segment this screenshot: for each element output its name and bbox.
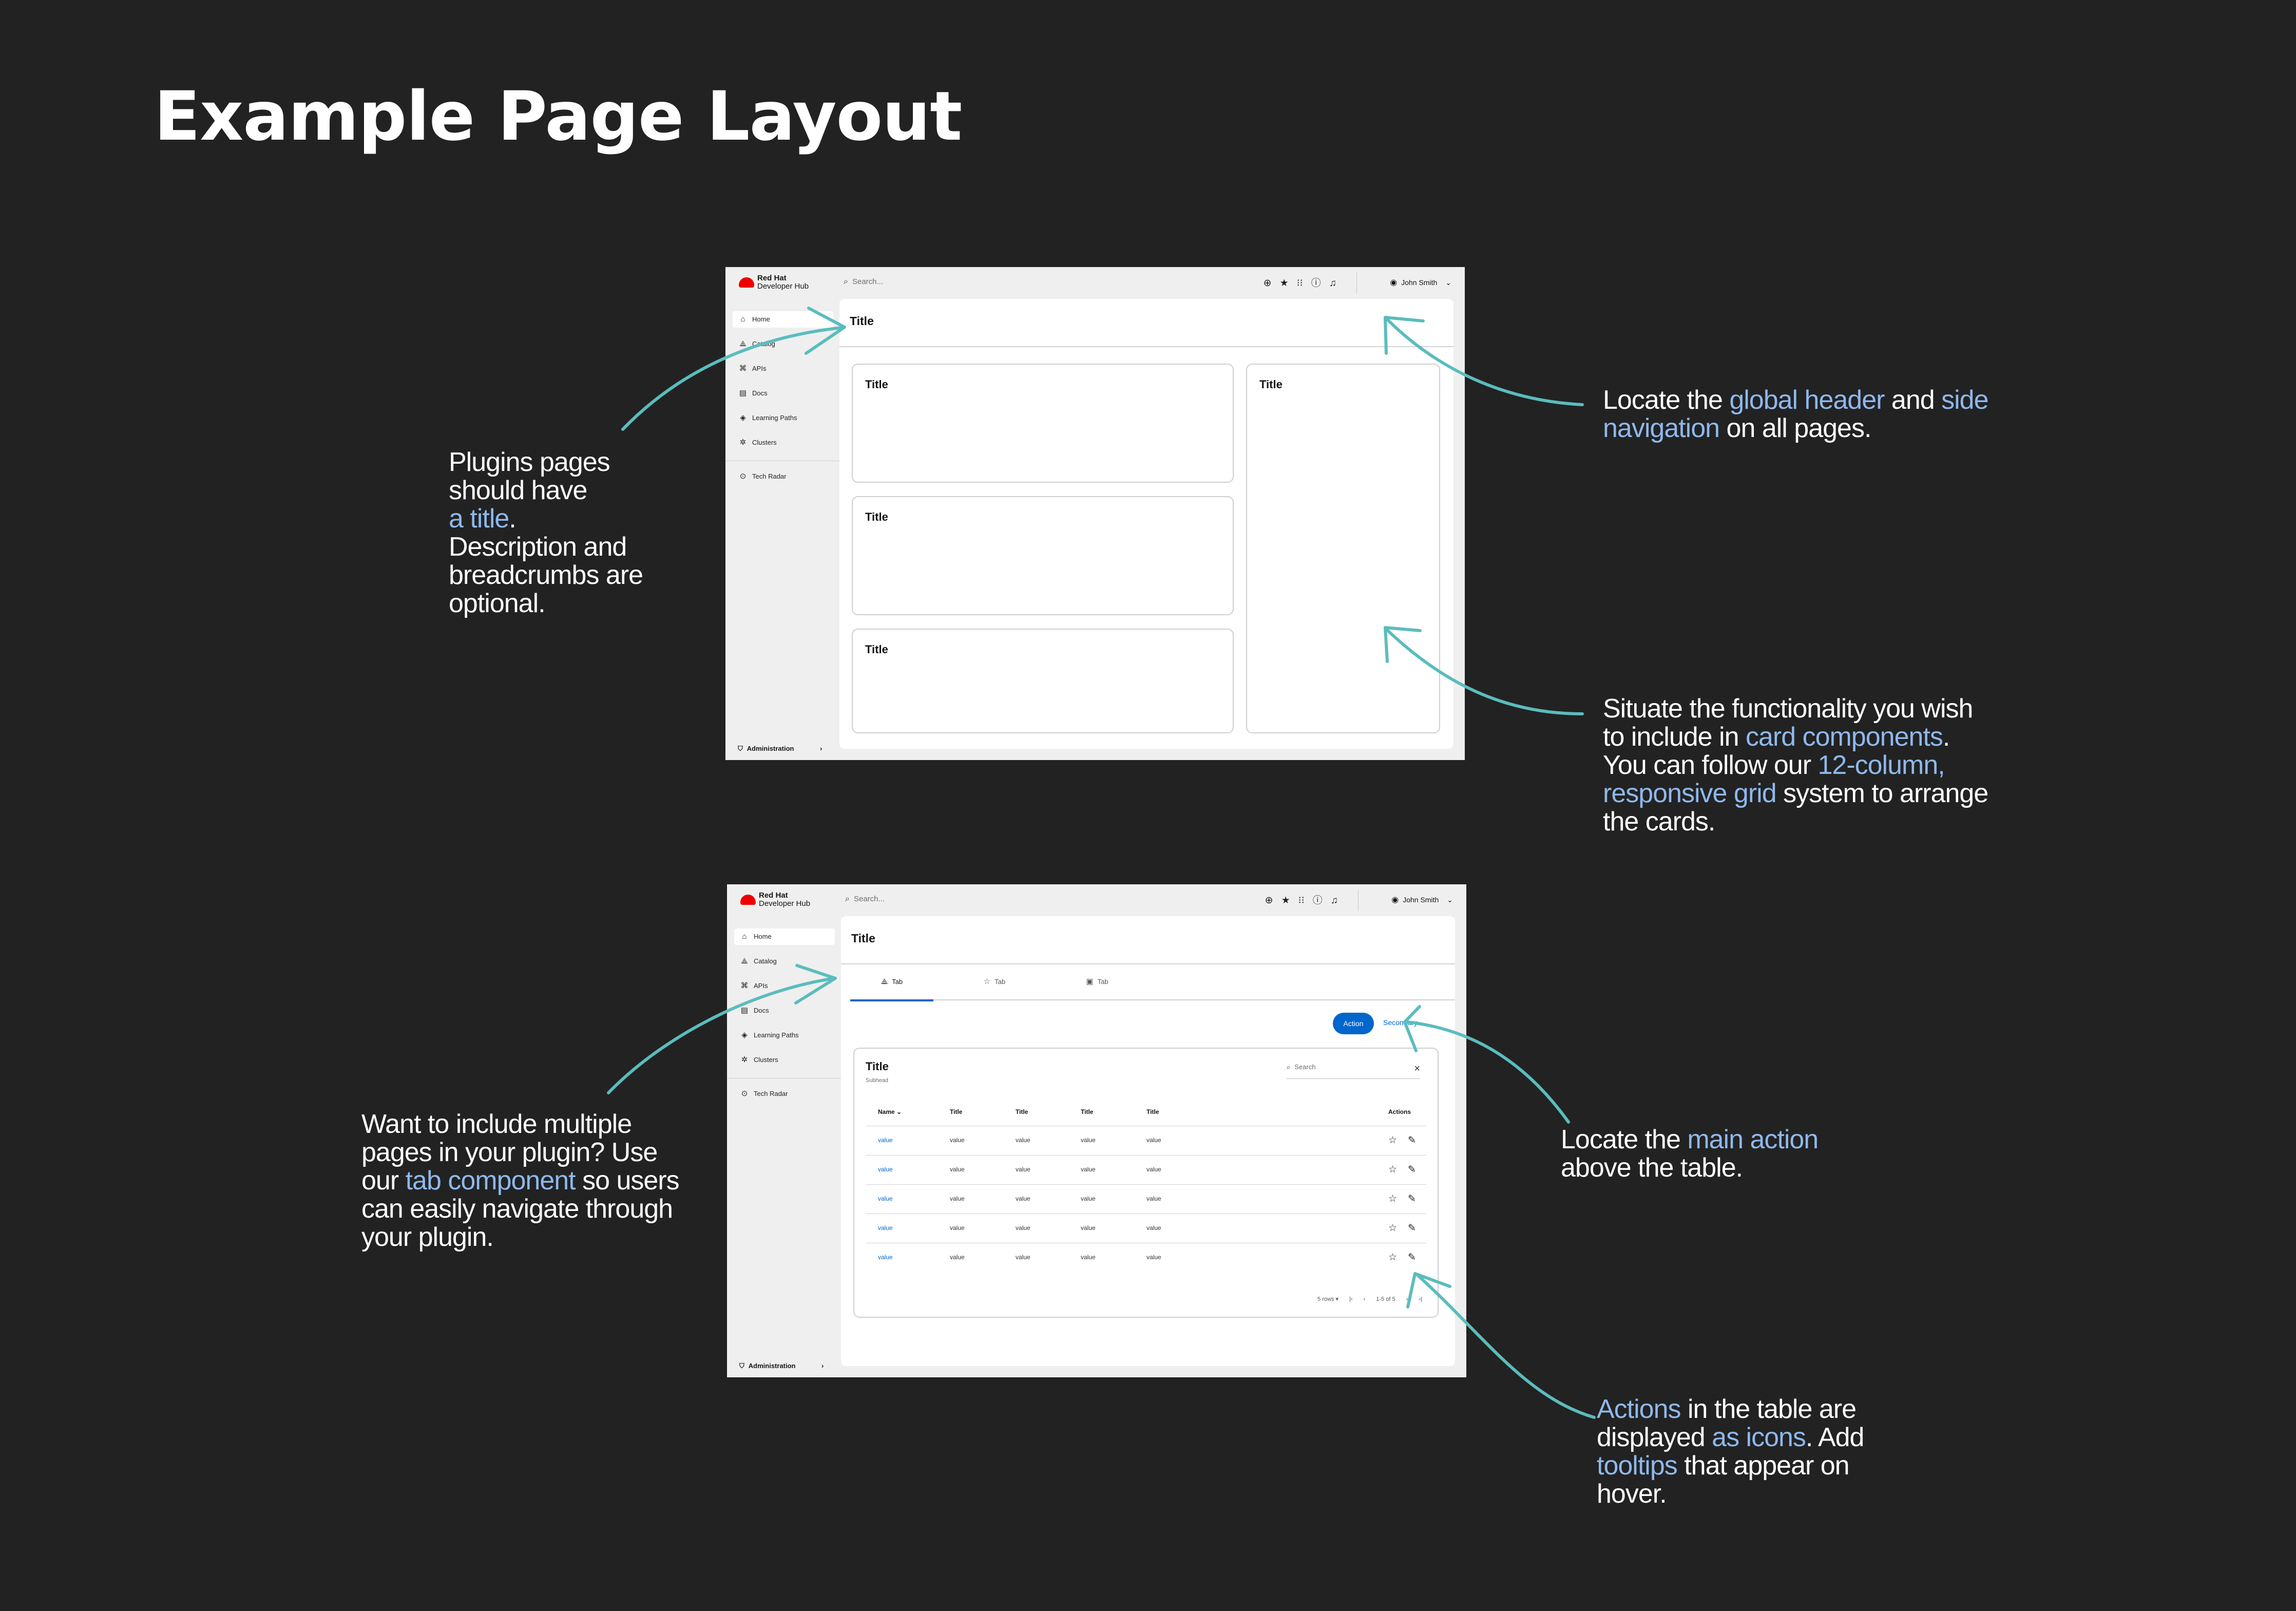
annotation-arrows <box>607 307 1596 1419</box>
arrowhead <box>1403 1005 1421 1052</box>
arrow-title <box>621 326 844 431</box>
arrow-cards <box>1385 628 1584 715</box>
arrow-action <box>1405 1020 1570 1124</box>
arrow-tabs <box>607 977 836 1094</box>
arrow-icons <box>1415 1273 1596 1419</box>
arrow-header <box>1385 317 1584 406</box>
